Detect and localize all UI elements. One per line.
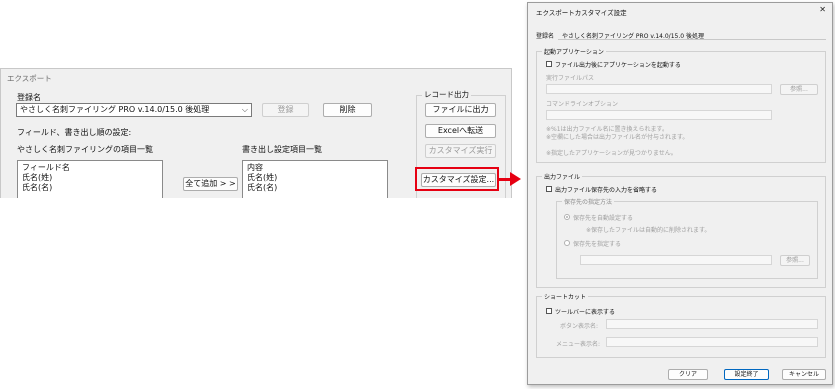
destination-method-label: 保存先の指定方法 bbox=[562, 197, 615, 206]
list-item[interactable]: 氏名(姓) bbox=[247, 173, 383, 183]
list-item[interactable]: 氏名(名) bbox=[247, 183, 383, 193]
list-item[interactable]: 内容 bbox=[247, 163, 383, 173]
list-item[interactable]: 氏名(姓) bbox=[22, 173, 158, 183]
launch-app-label: 起動アプリケーション bbox=[542, 47, 606, 56]
customize-dialog: エクスポートカスタマイズ設定 ✕ 登録名 やさしく名刺ファイリング PRO v.… bbox=[527, 2, 833, 385]
customize-run-button[interactable]: カスタマイズ実行 bbox=[425, 144, 496, 158]
dialog-title: エクスポートカスタマイズ設定 bbox=[536, 9, 627, 17]
list-item[interactable]: 氏名(名) bbox=[22, 183, 158, 193]
radio-manual-destination[interactable] bbox=[564, 240, 570, 246]
output-file-label: 出力ファイル bbox=[542, 172, 583, 181]
excel-transfer-button[interactable]: Excelへ転送 bbox=[425, 124, 496, 138]
divider bbox=[558, 39, 826, 40]
registration-combobox[interactable]: やさしく名刺ファイリング PRO v.14.0/15.0 後処理 ⌵ bbox=[16, 103, 252, 117]
radio-auto-destination[interactable] bbox=[564, 214, 570, 220]
show-toolbar-checkbox[interactable] bbox=[546, 308, 552, 314]
source-field-list[interactable]: フィールド名 氏名(姓) 氏名(名) bbox=[17, 160, 163, 198]
menu-label-field[interactable] bbox=[606, 337, 818, 347]
add-all-button[interactable]: 全て追加 > > bbox=[183, 177, 238, 191]
shortcut-label: ショートカット bbox=[542, 292, 589, 301]
register-button[interactable]: 登録 bbox=[262, 103, 309, 117]
launch-app-checkbox[interactable] bbox=[546, 61, 552, 67]
delete-button[interactable]: 削除 bbox=[323, 103, 372, 117]
record-output-label: レコード出力 bbox=[422, 89, 471, 100]
browse-destination-button[interactable]: 参照... bbox=[780, 255, 810, 266]
button-label-field[interactable] bbox=[606, 319, 818, 329]
menu-label-label: メニュー表示名: bbox=[556, 341, 601, 348]
radio-manual-label: 保存先を指定する bbox=[573, 241, 622, 248]
browse-exe-button[interactable]: 参照... bbox=[780, 84, 818, 95]
chevron-down-icon: ⌵ bbox=[241, 105, 248, 114]
radio-auto-label: 保存先を自動設定する bbox=[573, 215, 634, 222]
exe-path-field[interactable] bbox=[546, 84, 772, 94]
cancel-button[interactable]: キャンセル bbox=[782, 369, 826, 380]
note: ※空欄にした場合は出力ファイル名が付与されます。 bbox=[546, 134, 689, 141]
registration-value: やさしく名刺ファイリング PRO v.14.0/15.0 後処理 bbox=[20, 105, 210, 114]
ok-button[interactable]: 設定終了 bbox=[724, 369, 769, 380]
radio-auto-note: ※保存したファイルは自動的に削除されます。 bbox=[586, 227, 711, 234]
launch-app-checkbox-label: ファイル出力後にアプリケーションを起動する bbox=[555, 62, 681, 69]
skip-destination-checkbox-label: 出力ファイル保存先の入力を省略する bbox=[555, 187, 658, 194]
destination-path-field[interactable] bbox=[580, 255, 772, 265]
field-order-label: フィールド、書き出し順の設定: bbox=[17, 128, 132, 137]
skip-destination-checkbox[interactable] bbox=[546, 186, 552, 192]
arrow-right-icon bbox=[510, 172, 521, 186]
cmdline-field[interactable] bbox=[546, 110, 772, 120]
dest-field-list[interactable]: 内容 氏名(姓) 氏名(名) bbox=[242, 160, 388, 198]
highlight-box bbox=[415, 167, 499, 191]
dialog-registration-label: 登録名 bbox=[536, 33, 555, 40]
file-output-button[interactable]: ファイルに出力 bbox=[425, 103, 496, 117]
dest-list-title: 書き出し設定項目一覧 bbox=[242, 145, 322, 154]
exe-path-label: 実行ファイルパス bbox=[546, 75, 595, 82]
note: ※指定したアプリケーションが見つかりません。 bbox=[546, 150, 677, 157]
export-window-title: エクスポート bbox=[7, 74, 52, 83]
clear-button[interactable]: クリア bbox=[668, 369, 708, 380]
source-list-title: やさしく名刺ファイリングの項目一覧 bbox=[17, 145, 153, 154]
button-label-label: ボタン表示名: bbox=[560, 323, 599, 330]
list-item[interactable]: フィールド名 bbox=[22, 163, 158, 173]
show-toolbar-checkbox-label: ツールバーに表示する bbox=[555, 309, 616, 316]
close-icon[interactable]: ✕ bbox=[819, 5, 826, 14]
registration-label: 登録名 bbox=[17, 93, 41, 102]
cmdline-label: コマンドラインオプション bbox=[546, 101, 619, 108]
